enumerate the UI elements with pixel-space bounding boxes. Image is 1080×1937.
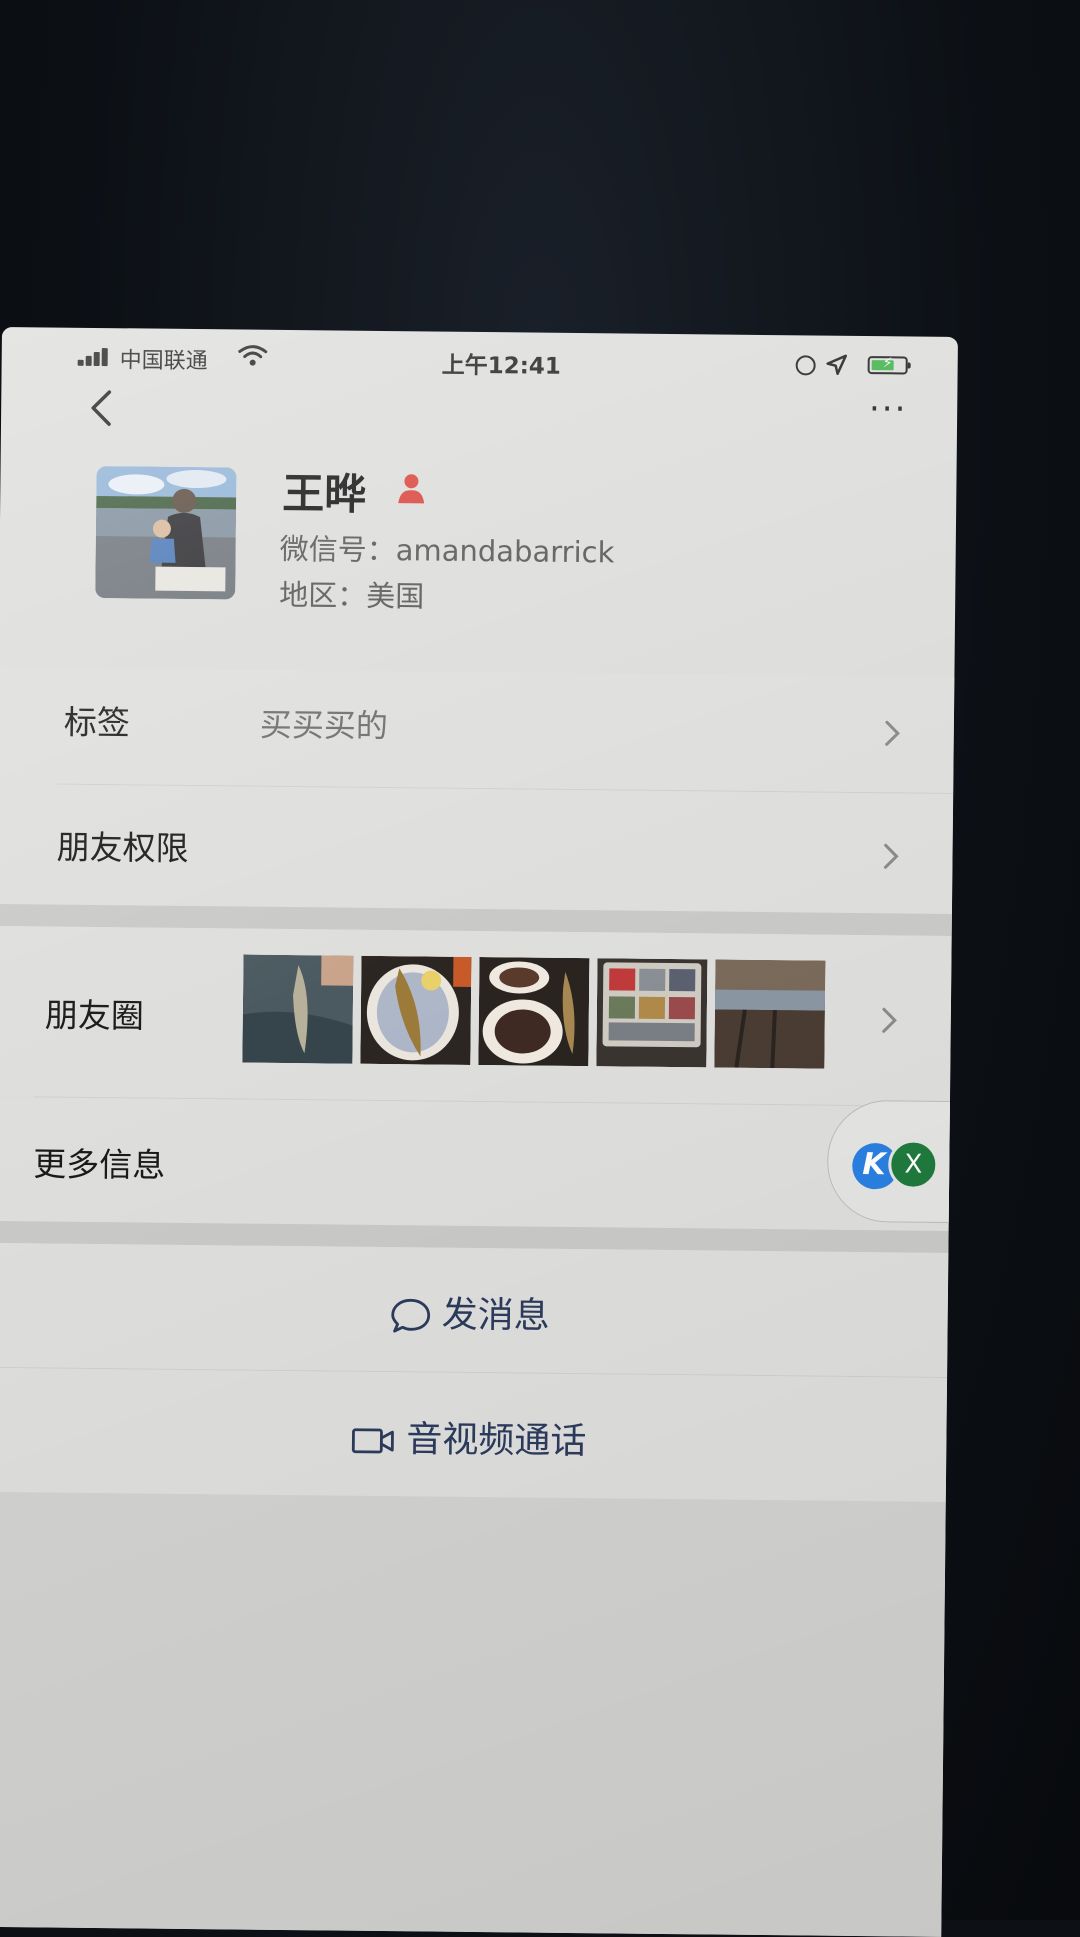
chat-bubble-icon: [391, 1298, 431, 1333]
video-camera-icon: [351, 1428, 394, 1454]
moments-photo-4: [596, 958, 708, 1068]
wechat-id: 微信号：amandabarrick: [279, 531, 615, 570]
moments-photo-5: [714, 959, 826, 1069]
app-shortcut-letter: K: [862, 1147, 886, 1183]
status-bar: 中国联通 上午12:41 ⚡: [62, 336, 928, 385]
friend-permissions-label: 朋友权限: [56, 827, 189, 868]
send-message-button[interactable]: 发消息: [0, 1242, 949, 1377]
contact-name: 王晔: [282, 468, 367, 519]
chevron-right-icon: [883, 843, 899, 869]
more-info-label: 更多信息: [33, 1144, 166, 1185]
tags-value: 买买买的: [259, 705, 389, 746]
close-icon[interactable]: X: [888, 1139, 939, 1190]
empty-background: [0, 1491, 946, 1937]
more-info-row[interactable]: 更多信息: [0, 1096, 950, 1231]
status-time: 上午12:41: [441, 352, 561, 380]
moments-photo-1: [242, 954, 354, 1064]
phone-screen: 中国联通 上午12:41 ⚡ ··· 王晔 微信号：amandabarrick …: [0, 326, 958, 1937]
moments-photo-2: [360, 955, 472, 1065]
charging-bolt-icon: ⚡: [882, 355, 893, 372]
carrier-name: 中国联通: [119, 348, 208, 375]
contact-person-icon: [398, 474, 425, 504]
tags-label: 标签: [63, 702, 131, 743]
rotation-lock-icon: [795, 355, 816, 376]
chevron-right-icon: [882, 1007, 897, 1033]
signal-icon: [77, 348, 112, 367]
location-arrow-icon: [826, 354, 848, 375]
chevron-left-icon[interactable]: [81, 386, 125, 430]
avatar[interactable]: [95, 465, 237, 600]
av-call-label: 音视频通话: [406, 1419, 587, 1463]
more-dots-icon[interactable]: ···: [863, 389, 913, 435]
moments-photo-3: [478, 957, 590, 1067]
wifi-icon: [238, 345, 268, 366]
friend-permissions-row[interactable]: 朋友权限: [0, 783, 954, 914]
floating-window-pill[interactable]: K X: [826, 1099, 958, 1224]
tags-row[interactable]: 标签 买买买的: [0, 666, 955, 793]
region: 地区：美国: [279, 577, 425, 614]
send-message-label: 发消息: [441, 1294, 550, 1337]
moments-row[interactable]: 朋友圈: [0, 925, 952, 1106]
moments-label: 朋友圈: [44, 995, 145, 1036]
battery-icon: ⚡: [867, 355, 908, 375]
av-call-button[interactable]: 音视频通话: [0, 1367, 948, 1502]
chevron-right-icon: [885, 720, 900, 746]
